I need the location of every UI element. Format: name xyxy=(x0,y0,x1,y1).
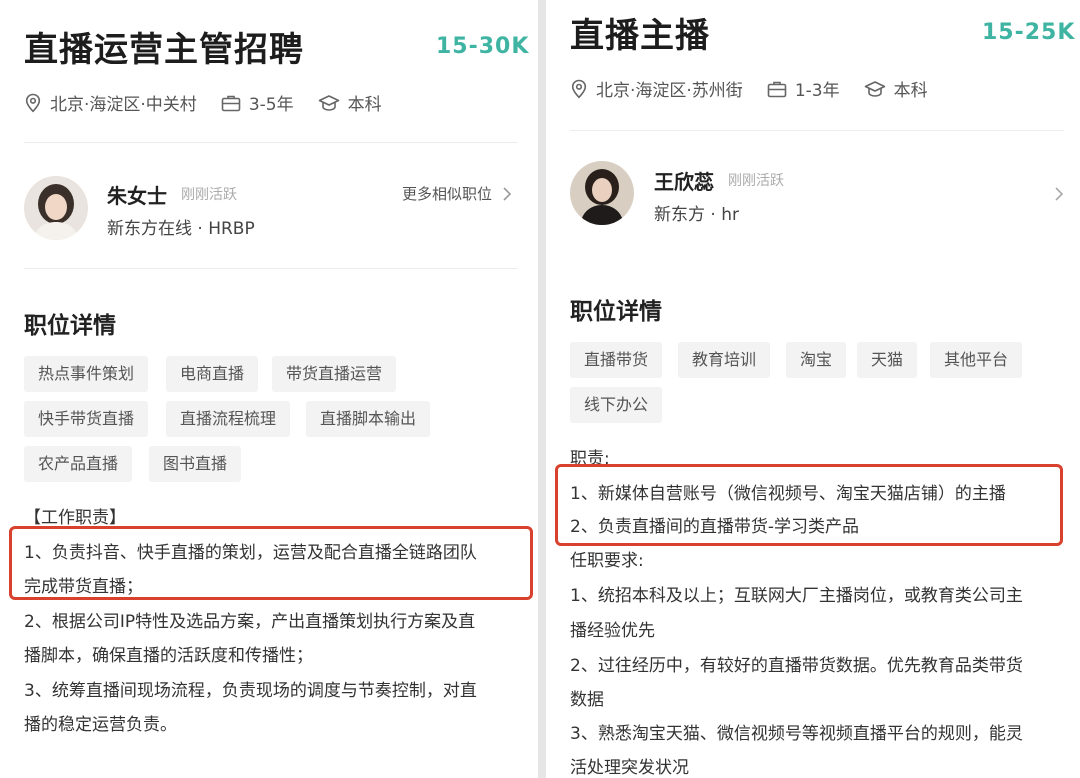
more-similar-jobs-link[interactable]: 更多相似职位 xyxy=(402,183,514,204)
recruiter-name: 朱女士 xyxy=(107,184,167,208)
description-line: 播的稳定运营负责。 xyxy=(24,715,177,735)
job-title: 直播主播 xyxy=(570,16,710,56)
education-text: 本科 xyxy=(893,81,928,101)
experience: 3-5年 xyxy=(221,90,294,115)
briefcase-icon xyxy=(221,95,241,111)
salary-range: 15-30K xyxy=(436,34,530,59)
job-meta-row: 北京·海淀区·中关村 3-5年 本科 xyxy=(24,90,406,115)
description-heading: 【工作职责】 xyxy=(24,508,126,528)
tag: 直播脚本输出 xyxy=(306,401,431,437)
description-line: 活处理突发状况 xyxy=(570,758,689,778)
location-text: 北京·海淀区·中关村 xyxy=(50,95,197,115)
location-text: 北京·海淀区·苏州街 xyxy=(596,81,743,101)
panel-divider xyxy=(538,0,546,778)
tag: 其他平台 xyxy=(930,342,1023,378)
tag: 农产品直播 xyxy=(24,446,133,482)
graduation-cap-icon xyxy=(318,94,339,111)
description-line: 3、熟悉淘宝天猫、微信视频号等视频直播平台的规则，能灵 xyxy=(570,724,1023,744)
education: 本科 xyxy=(864,76,928,101)
recruiter-active-status: 刚刚活跃 xyxy=(181,187,237,203)
section-title-job-details: 职位详情 xyxy=(24,313,116,339)
description-line: 2、过往经历中，有较好的直播带货数据。优先教育品类带货 xyxy=(570,656,1023,676)
recruiter-company: 新东方 · hr xyxy=(654,205,739,225)
job-card-left: 直播运营主管招聘 15-30K 北京·海淀区·中关村 3-5年 本科 朱女士 刚… xyxy=(0,0,538,778)
location: 北京·海淀区·苏州街 xyxy=(570,76,743,101)
description-line: 完成带货直播； xyxy=(24,577,143,597)
description-line: 3、统筹直播间现场流程，负责现场的调度与节奏控制，对直 xyxy=(24,681,477,701)
tag: 线下办公 xyxy=(570,387,663,423)
description-line: 1、新媒体自营账号（微信视频号、淘宝天猫店铺）的主播 xyxy=(570,484,1006,504)
tag: 淘宝 xyxy=(786,342,847,378)
location-pin-icon xyxy=(25,93,41,112)
avatar[interactable] xyxy=(24,176,88,240)
description-heading: 任职要求: xyxy=(570,551,644,571)
description-line: 2、负责直播间的直播带货-学习类产品 xyxy=(570,517,859,537)
tag: 直播流程梳理 xyxy=(166,401,291,437)
recruiter-active-status: 刚刚活跃 xyxy=(728,173,784,189)
salary-range: 15-25K xyxy=(982,20,1076,45)
recruiter-company: 新东方在线 · HRBP xyxy=(107,219,255,239)
tag: 快手带货直播 xyxy=(24,401,149,437)
recruiter-name: 王欣蕊 xyxy=(654,170,714,194)
avatar[interactable] xyxy=(570,161,634,225)
briefcase-icon xyxy=(767,81,787,97)
chevron-right-icon[interactable] xyxy=(1052,186,1066,202)
tag: 直播带货 xyxy=(570,342,663,378)
tag: 教育培训 xyxy=(678,342,771,378)
location-pin-icon xyxy=(571,79,587,98)
job-card-right: 直播主播 15-25K 北京·海淀区·苏州街 1-3年 本科 王欣蕊 刚刚活跃 … xyxy=(546,0,1080,778)
education-text: 本科 xyxy=(347,95,382,115)
more-similar-jobs-label: 更多相似职位 xyxy=(402,185,493,203)
description-line: 播脚本，确保直播的活跃度和传播性； xyxy=(24,646,313,666)
description-line: 1、负责抖音、快手直播的策划，运营及配合直播全链路团队 xyxy=(24,543,477,563)
tag: 电商直播 xyxy=(166,356,259,392)
experience: 1-3年 xyxy=(767,76,840,101)
divider xyxy=(24,142,518,143)
experience-text: 1-3年 xyxy=(794,81,840,101)
tag: 热点事件策划 xyxy=(24,356,149,392)
divider xyxy=(24,268,518,269)
divider xyxy=(570,130,1064,131)
experience-text: 3-5年 xyxy=(248,95,294,115)
description-line: 1、统招本科及以上；互联网大厂主播岗位，或教育类公司主 xyxy=(570,586,1023,606)
education: 本科 xyxy=(318,90,382,115)
chevron-right-icon xyxy=(503,186,512,201)
section-title-job-details: 职位详情 xyxy=(570,299,662,325)
tag: 带货直播运营 xyxy=(272,356,397,392)
description-line: 2、根据公司IP特性及选品方案，产出直播策划执行方案及直 xyxy=(24,612,476,632)
tag: 图书直播 xyxy=(149,446,242,482)
job-meta-row: 北京·海淀区·苏州街 1-3年 本科 xyxy=(570,76,952,101)
description-line: 播经验优先 xyxy=(570,621,655,641)
job-title: 直播运营主管招聘 xyxy=(24,30,304,70)
graduation-cap-icon xyxy=(864,80,885,97)
location: 北京·海淀区·中关村 xyxy=(24,90,197,115)
description-line: 数据 xyxy=(570,690,604,710)
tag: 天猫 xyxy=(857,342,918,378)
